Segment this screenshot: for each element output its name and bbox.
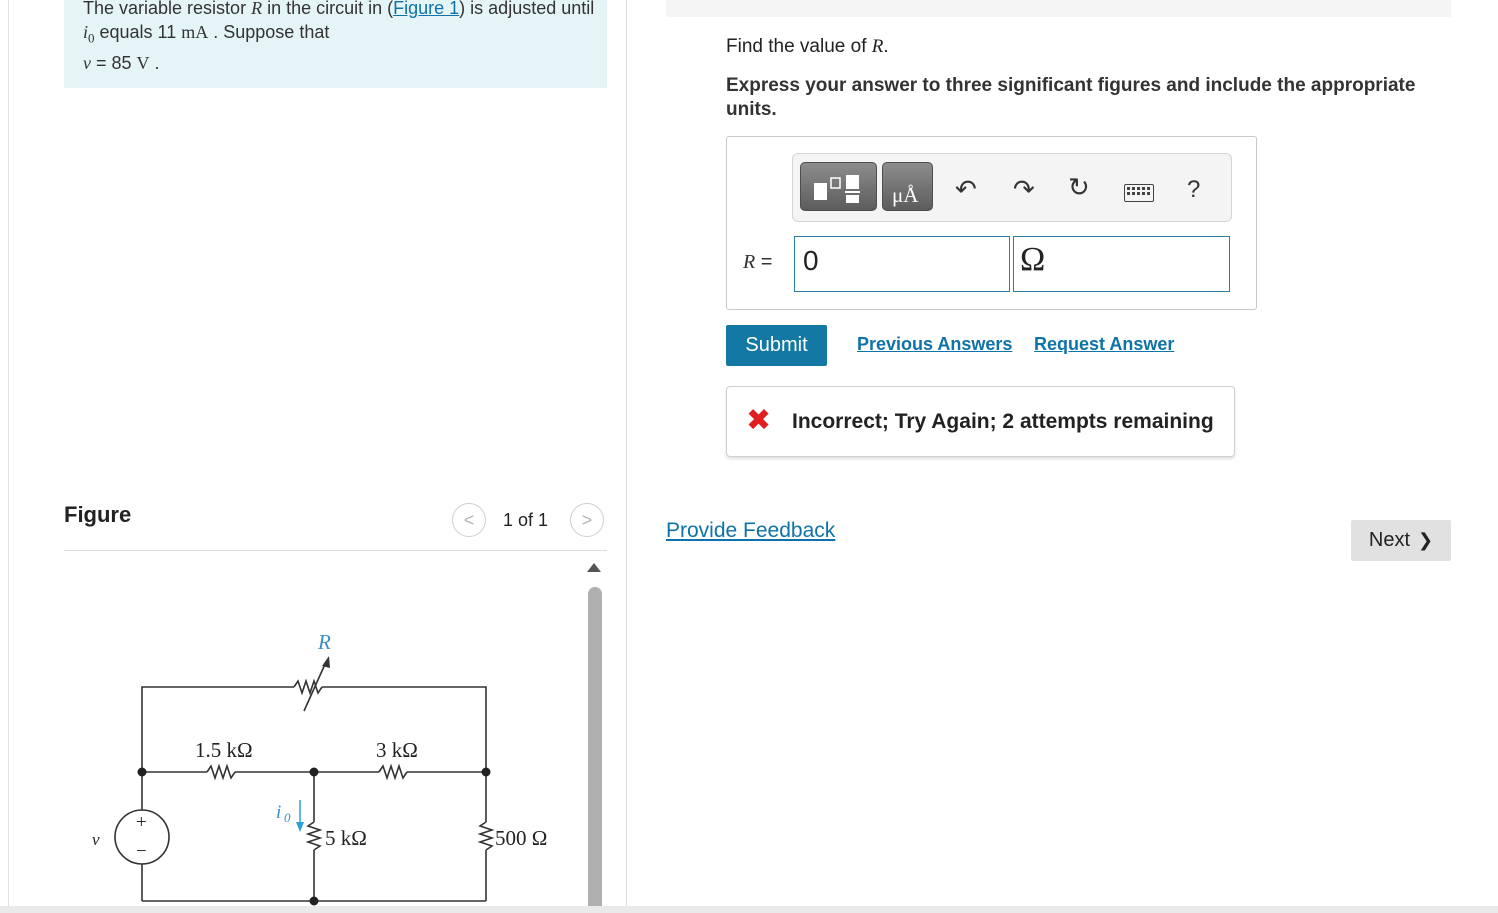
templates-button[interactable] [800,162,877,211]
label-500: 500 Ω [495,826,547,850]
label-v: v [92,830,100,849]
problem-text-2: in the circuit in ( [262,0,394,18]
incorrect-x-icon: ✖ [746,404,772,437]
question-suffix: . [883,36,889,57]
previous-answers-link[interactable]: Previous Answers [857,334,1012,355]
value-input[interactable]: 0 [794,236,1010,292]
units-button[interactable]: μÅ [882,162,933,211]
scroll-up-arrow[interactable] [587,563,601,572]
problem-text-6: = 85 [91,52,137,73]
question-var: R [871,36,884,57]
label-io: i [276,802,281,823]
answer-instructions: Express your answer to three significant… [726,75,1416,120]
reset-icon[interactable]: ↻ [1068,172,1090,203]
resistor-500-zigzag [477,821,495,851]
label-minus: − [136,841,147,862]
unit-v: V [136,52,150,73]
help-icon[interactable]: ? [1187,176,1200,204]
variable-arrow-head [322,656,330,668]
request-answer-link[interactable]: Request Answer [1034,334,1174,355]
figure-count: 1 of 1 [503,510,549,530]
scrollbar-thumb[interactable] [588,587,602,913]
circuit-diagram: R 1.5 kΩ 3 kΩ 5 kΩ 500 Ω v i 0 + − [92,630,547,906]
question-prefix: Find the value of [726,36,872,57]
figure-prev-button[interactable]: < [452,503,486,537]
chevron-right-icon: ❯ [1418,530,1434,550]
resistor-5k-zigzag [305,821,323,851]
submit-button[interactable]: Submit [726,325,827,366]
answer-label: R = [743,251,772,274]
top-header-strip [666,0,1451,17]
resistor-r-zigzag [293,678,323,696]
figure-next-button[interactable]: > [570,503,604,537]
resistor-3k-zigzag [378,763,408,781]
provide-feedback-link[interactable]: Provide Feedback [666,519,835,543]
templates-icon [814,175,860,203]
answer-label-eq: = [755,251,773,273]
label-plus: + [136,812,147,833]
answer-label-var: R [743,251,756,273]
problem-text-3: ) is adjusted until [459,0,595,18]
figure-link[interactable]: Figure 1 [393,0,459,18]
bottom-bar [0,906,1498,913]
left-edge-line [8,0,9,913]
problem-text-4: equals 11 [94,22,182,42]
var-r: R [251,0,263,18]
problem-statement: The variable resistor R in the circuit i… [83,0,603,75]
label-5k: 5 kΩ [325,826,367,850]
chevron-right-icon: > [581,509,593,530]
problem-text-1: The variable resistor [83,0,252,18]
keyboard-keys [1127,187,1150,195]
unit-ma: mA [181,22,209,42]
question-text: Find the value of R. [726,36,889,58]
label-io-sub: 0 [284,810,291,825]
current-arrow-icon [296,822,304,832]
units-icon: μÅ [892,183,919,207]
chevron-left-icon: < [463,509,475,530]
problem-text-5: . Suppose that [208,22,330,42]
redo-icon[interactable]: ↷ [1013,174,1035,205]
feedback-message: Incorrect; Try Again; 2 attempts remaini… [792,410,1214,433]
unit-input[interactable]: Ω [1013,236,1230,292]
undo-icon[interactable]: ↶ [955,174,977,205]
label-1k5: 1.5 kΩ [195,738,253,762]
keyboard-icon[interactable] [1124,184,1154,202]
var-v: v [83,52,91,73]
figure-title: Figure [64,502,132,527]
resistor-1k5-zigzag [206,763,236,781]
label-3k: 3 kΩ [376,738,418,762]
label-r: R [317,630,331,654]
panel-divider [626,0,627,913]
figure-divider [64,550,607,551]
problem-text-7: . [149,52,160,73]
next-label: Next [1368,529,1411,551]
next-button[interactable]: Next ❯ [1351,520,1451,561]
